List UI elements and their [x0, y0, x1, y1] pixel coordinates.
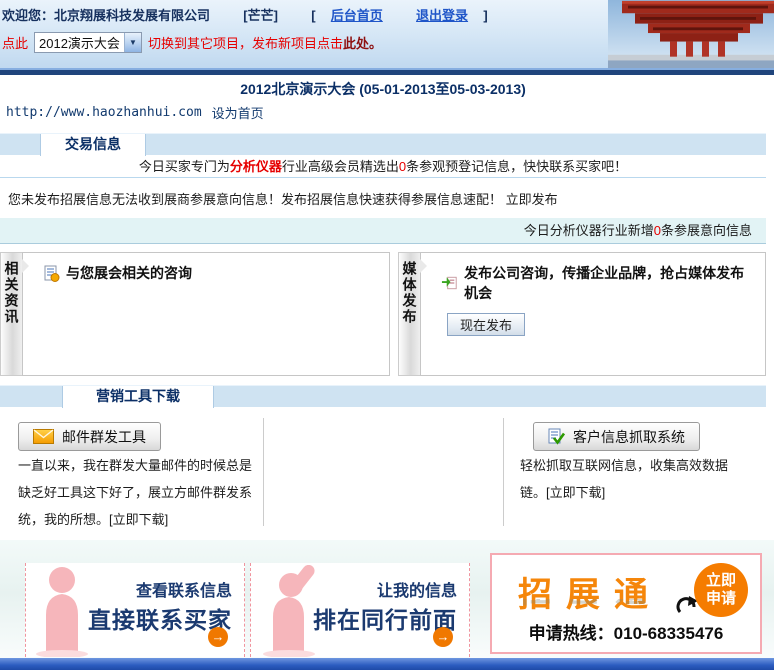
email-blast-tool-button[interactable]: 邮件群发工具: [18, 422, 161, 451]
logout-link[interactable]: 退出登录: [416, 8, 468, 23]
notice-industry: 分析仪器: [230, 159, 282, 174]
customer-info-tool-button[interactable]: 客户信息抓取系统: [533, 422, 700, 451]
tools-section: 邮件群发工具 一直以来，我在群发大量邮件的时候总是缺乏好工具这下好了，展立方邮件…: [0, 408, 766, 540]
chevron-down-icon: ▼: [124, 33, 141, 52]
user-nickname: [芒芒]: [243, 8, 278, 23]
publish-now-link[interactable]: 立即发布: [506, 192, 558, 207]
daily-text-1: 今日分析仪器行业新增: [524, 223, 654, 238]
bottom-bar: [0, 658, 774, 670]
document-check-icon: [548, 428, 565, 445]
trade-tab-strip: 交易信息: [0, 133, 766, 155]
admin-home-link[interactable]: 后台首页: [331, 8, 383, 23]
related-item-text: 与您展会相关的咨询: [66, 263, 192, 283]
publish-warning-row: 您未发布招展信息无法收到展商参展意向信息！发布招展信息快速获得参展信息速配！ 立…: [0, 179, 766, 218]
customer-info-description: 轻松抓取互联网信息，收集高效数据链。[立即下载]: [520, 452, 752, 506]
email-download-link[interactable]: [立即下载]: [109, 512, 168, 527]
daily-count: 0: [654, 223, 661, 238]
daily-text-2: 条参展意向信息: [661, 223, 752, 238]
email-tool-label: 邮件群发工具: [62, 427, 146, 447]
tools-tab-strip: 营销工具下载: [0, 385, 766, 407]
publish-now-button[interactable]: 现在发布: [447, 313, 525, 336]
promo-1-line-1: 查看联系信息: [88, 577, 232, 601]
media-side-label: 媒体发布: [400, 261, 420, 325]
switch-suffix: 。: [369, 33, 382, 52]
media-headline-row: 发布公司咨询，传播企业品牌，抢占媒体发布机会: [441, 263, 757, 303]
related-side-strip: 相关资讯: [0, 252, 22, 376]
apply-now-badge[interactable]: 立即 申请: [694, 563, 748, 617]
related-side-label: 相关资讯: [2, 261, 22, 325]
welcome-row: 欢迎您：北京翔展科技发展有限公司 [芒芒] [ 后台首页 退出登录 ]: [2, 5, 488, 23]
related-item-row[interactable]: 与您展会相关的咨询: [43, 263, 381, 283]
site-url-link[interactable]: http://www.haozhanhui.com: [6, 105, 202, 120]
warning-text: 您未发布招展信息无法收到展商参展意向信息！发布招展信息快速获得参展信息速配！: [8, 192, 502, 207]
switch-text: 切换到其它项目，发布新项目点击: [148, 33, 343, 52]
project-switch-row: 点此 2012演示大会 ▼ 切换到其它项目，发布新项目点击 此处 。: [2, 31, 382, 53]
media-headline-text: 发布公司咨询，传播企业品牌，抢占媒体发布机会: [464, 263, 757, 303]
welcome-text: 欢迎您：北京翔展科技发展有限公司: [2, 8, 210, 23]
event-title: 2012北京演示大会 (05-01-2013至05-03-2013): [0, 78, 766, 100]
page: 欢迎您：北京翔展科技发展有限公司 [芒芒] [ 后台首页 退出登录 ] 点此 2…: [0, 0, 774, 670]
envelope-icon: [33, 429, 54, 444]
promo-1-texts: 查看联系信息 直接联系买家: [88, 577, 232, 635]
arrow-circle-icon: →: [433, 627, 453, 647]
project-select-value: 2012演示大会: [35, 33, 124, 52]
media-side-strip: 媒体发布: [398, 252, 420, 376]
switch-here-link[interactable]: 此处: [343, 33, 369, 52]
promo-contact-buyers[interactable]: 查看联系信息 直接联系买家 →: [25, 563, 245, 657]
notice-text-1: 今日买家专门为: [139, 159, 230, 174]
set-homepage-link[interactable]: 设为首页: [212, 103, 264, 122]
site-url-row: http://www.haozhanhui.com 设为首页: [6, 102, 264, 122]
apply-badge-line-1: 立即: [694, 572, 748, 590]
promo-2-line-1: 让我的信息: [313, 577, 457, 601]
tab-marketing-tools[interactable]: 营销工具下载: [62, 386, 214, 408]
related-panel-box: 与您展会相关的咨询: [22, 252, 390, 376]
promo-2-texts: 让我的信息 排在同行前面: [313, 577, 457, 635]
china-pavilion-image: [608, 0, 774, 68]
email-tool-description: 一直以来，我在群发大量邮件的时候总是缺乏好工具这下好了，展立方邮件群发系统，我的…: [18, 452, 254, 533]
promo-zhaozhantong[interactable]: 招展通 招展通 立即 申请 申请热线：010-68335476: [490, 553, 762, 654]
header-banner: 欢迎您：北京翔展科技发展有限公司 [芒芒] [ 后台首页 退出登录 ] 点此 2…: [0, 0, 774, 75]
hotline-text: 申请热线：010-68335476: [492, 619, 760, 644]
click-here-prefix: 点此: [2, 33, 28, 52]
media-publish-panel: 媒体发布 发布公司咨询，传播企业品牌，抢占媒体发布机会 现在发布: [398, 252, 766, 376]
side-notch: [420, 259, 427, 273]
bracket-open: [: [311, 8, 315, 23]
buyer-notice-row: 今日买家专门为分析仪器行业高级会员精选出0条参观预登记信息，快快联系买家吧！: [0, 156, 766, 178]
bracket-close: ]: [483, 8, 487, 23]
customer-info-tool-label: 客户信息抓取系统: [573, 427, 685, 447]
promo-rank-first[interactable]: 让我的信息 排在同行前面 →: [250, 563, 470, 657]
zhaozhantong-reflection: 招展通: [518, 599, 662, 615]
daily-intent-strip: 今日分析仪器行业新增0条参展意向信息: [0, 218, 766, 244]
apply-badge-line-2: 申请: [694, 590, 748, 608]
notice-text-3: 条参观预登记信息，快快联系买家吧！: [406, 159, 627, 174]
document-note-icon: [43, 265, 60, 282]
column-divider: [263, 418, 264, 526]
promo-section: 查看联系信息 直接联系买家 → 让我的信息 排在同行前面 → 招展通 招展通: [0, 540, 774, 658]
related-info-panel: 相关资讯 与您展会相关的咨询: [0, 252, 390, 376]
crawler-download-link[interactable]: [立即下载]: [546, 485, 605, 500]
notice-text-2: 行业高级会员精选出: [282, 159, 399, 174]
column-divider: [503, 418, 504, 526]
header-divider-bar: [0, 68, 774, 75]
arrow-circle-icon: →: [208, 627, 228, 647]
side-notch: [22, 259, 29, 273]
media-panel-box: 发布公司咨询，传播企业品牌，抢占媒体发布机会 现在发布: [420, 252, 766, 376]
publish-book-icon: [441, 275, 458, 291]
tab-trade-info[interactable]: 交易信息: [40, 134, 146, 156]
project-select[interactable]: 2012演示大会 ▼: [34, 32, 142, 53]
